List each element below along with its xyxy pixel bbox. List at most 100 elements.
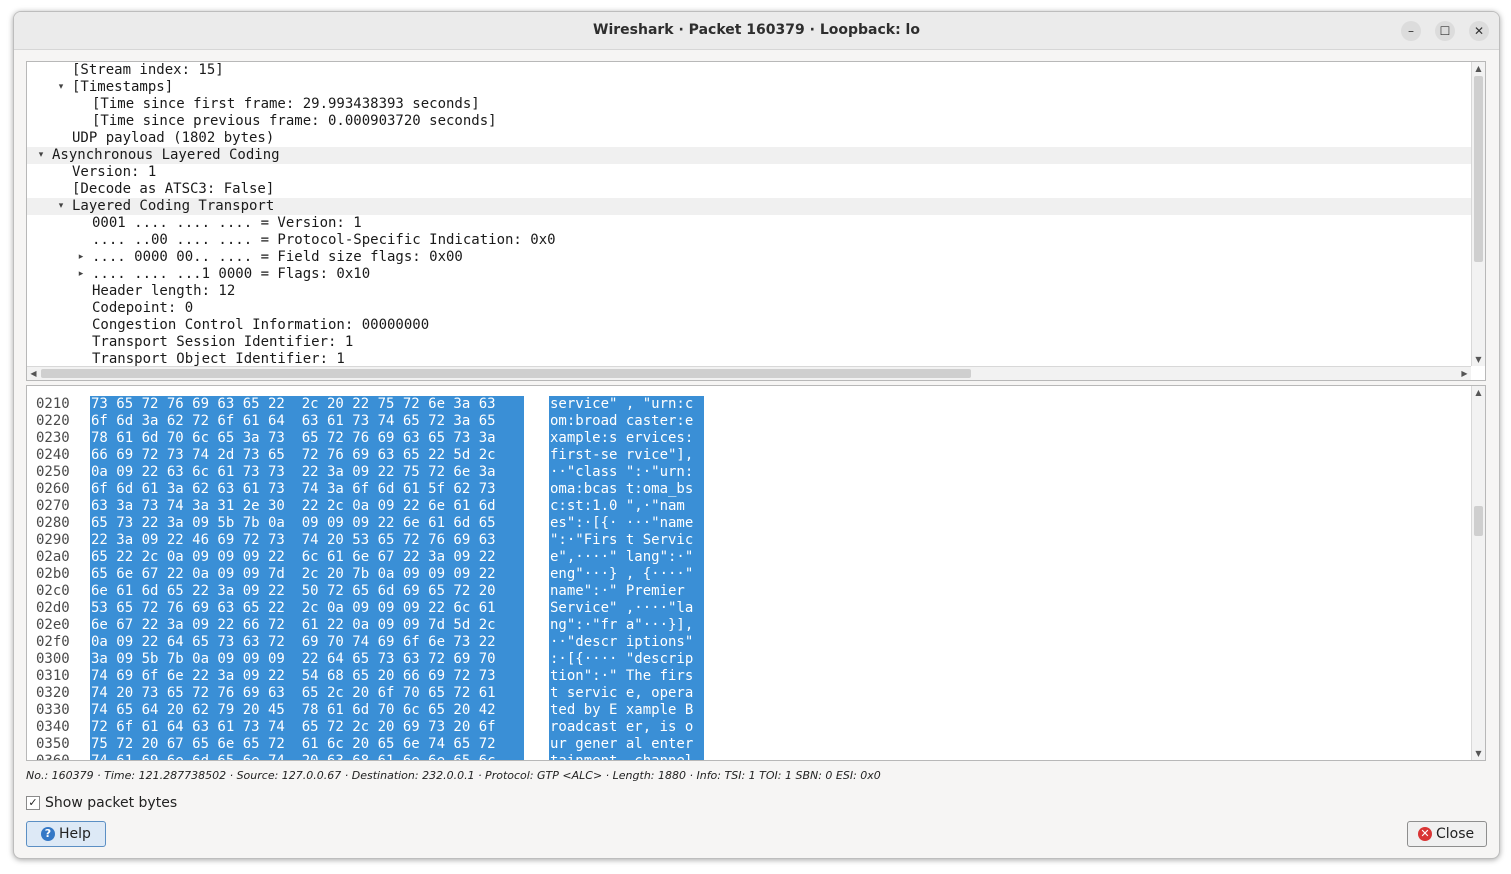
expanded-arrow-icon[interactable]: ▾ xyxy=(55,198,67,215)
tree-row-text: UDP payload (1802 bytes) xyxy=(72,130,275,146)
hex-offset: 0230 xyxy=(36,430,70,446)
tree-row[interactable]: 0001 .... .... .... = Version: 1 xyxy=(27,215,1471,232)
hex-row[interactable]: 0220 6f 6d 3a 62 72 6f 61 64 63 61 73 74 … xyxy=(27,413,1471,430)
tree-row[interactable]: ▸ .... .... ...1 0000 = Flags: 0x10 xyxy=(27,266,1471,283)
hex-row[interactable]: 0280 65 73 22 3a 09 5b 7b 0a 09 09 09 22 … xyxy=(27,515,1471,532)
tree-row[interactable]: ▾ Layered Coding Transport xyxy=(27,198,1471,215)
scroll-thumb[interactable] xyxy=(1474,506,1483,536)
help-button-label: Help xyxy=(59,826,91,842)
checkbox-icon[interactable]: ✓ xyxy=(26,796,40,810)
hex-bytes: 3a 09 5b 7b 0a 09 09 09 22 64 65 73 63 7… xyxy=(90,651,524,668)
hex-offset: 0330 xyxy=(36,702,70,718)
tree-vertical-scrollbar[interactable]: ▲ ▼ xyxy=(1471,62,1485,366)
tree-row[interactable]: [Decode as ATSC3: False] xyxy=(27,181,1471,198)
maximize-icon[interactable]: ☐ xyxy=(1435,21,1455,41)
hex-row[interactable]: 0290 22 3a 09 22 46 69 72 73 74 20 53 65 … xyxy=(27,532,1471,549)
scroll-up-icon[interactable]: ▲ xyxy=(1472,386,1485,399)
hex-offset: 0210 xyxy=(36,396,70,412)
ascii-bytes: first-se rvice"], xyxy=(549,447,704,464)
close-icon[interactable]: ✕ xyxy=(1469,21,1489,41)
hex-offset: 0260 xyxy=(36,481,70,497)
hex-row[interactable]: 0350 75 72 20 67 65 6e 65 72 61 6c 20 65 … xyxy=(27,736,1471,753)
tree-row[interactable]: Header length: 12 xyxy=(27,283,1471,300)
ascii-bytes: ··"class ":·"urn: xyxy=(549,464,704,481)
hex-row[interactable]: 0250 0a 09 22 63 6c 61 73 73 22 3a 09 22 … xyxy=(27,464,1471,481)
tree-row[interactable]: ▾ [Timestamps] xyxy=(27,79,1471,96)
hex-offset: 0320 xyxy=(36,685,70,701)
hex-row[interactable]: 0300 3a 09 5b 7b 0a 09 09 09 22 64 65 73 … xyxy=(27,651,1471,668)
tree-row[interactable]: UDP payload (1802 bytes) xyxy=(27,130,1471,147)
hex-bytes: 74 20 73 65 72 76 69 63 65 2c 20 6f 70 6… xyxy=(90,685,524,702)
hex-bytes: 22 3a 09 22 46 69 72 73 74 20 53 65 72 7… xyxy=(90,532,524,549)
tree-row[interactable]: Congestion Control Information: 00000000 xyxy=(27,317,1471,334)
hex-bytes: 0a 09 22 64 65 73 63 72 69 70 74 69 6f 6… xyxy=(90,634,524,651)
hex-row[interactable]: 02e0 6e 67 22 3a 09 22 66 72 61 22 0a 09 … xyxy=(27,617,1471,634)
tree-row[interactable]: Version: 1 xyxy=(27,164,1471,181)
tree-row[interactable]: ▸ .... 0000 00.. .... = Field size flags:… xyxy=(27,249,1471,266)
hex-row[interactable]: 0310 74 69 6f 6e 22 3a 09 22 54 68 65 20 … xyxy=(27,668,1471,685)
ascii-bytes: ":·"Firs t Servic xyxy=(549,532,704,549)
tree-row[interactable]: [Stream index: 15] xyxy=(27,62,1471,79)
ascii-bytes: service" , "urn:c xyxy=(549,396,704,413)
hex-row[interactable]: 0340 72 6f 61 64 63 61 73 74 65 72 2c 20 … xyxy=(27,719,1471,736)
hex-row[interactable]: 0260 6f 6d 61 3a 62 63 61 73 74 3a 6f 6d … xyxy=(27,481,1471,498)
show-packet-bytes-label: Show packet bytes xyxy=(45,795,178,811)
tree-row-text: .... .... ...1 0000 = Flags: 0x10 xyxy=(92,266,371,282)
ascii-bytes: ur gener al enter xyxy=(549,736,704,753)
hex-row[interactable]: 02c0 6e 61 6d 65 22 3a 09 22 50 72 65 6d … xyxy=(27,583,1471,600)
scroll-up-icon[interactable]: ▲ xyxy=(1472,62,1485,75)
tree-row-text: 0001 .... .... .... = Version: 1 xyxy=(92,215,362,231)
hex-bytes: 74 61 69 6e 6d 65 6e 74 20 63 68 61 6e 6… xyxy=(90,753,524,760)
hex-row[interactable]: 0240 66 69 72 73 74 2d 73 65 72 76 69 63 … xyxy=(27,447,1471,464)
tree-row[interactable]: Codepoint: 0 xyxy=(27,300,1471,317)
ascii-bytes: es":·[{· ···"name xyxy=(549,515,704,532)
expanded-arrow-icon[interactable]: ▾ xyxy=(35,147,47,164)
bytes-vertical-scrollbar[interactable]: ▲ ▼ xyxy=(1471,386,1485,760)
scroll-down-icon[interactable]: ▼ xyxy=(1472,747,1485,760)
scroll-thumb[interactable] xyxy=(41,369,971,378)
hex-row[interactable]: 02a0 65 22 2c 0a 09 09 09 22 6c 61 6e 67 … xyxy=(27,549,1471,566)
help-icon: ? xyxy=(41,827,55,841)
hex-row[interactable]: 0360 74 61 69 6e 6d 65 6e 74 20 63 68 61 … xyxy=(27,753,1471,760)
close-button[interactable]: ✕ Close xyxy=(1407,821,1487,847)
ascii-bytes: e",····" lang":·" xyxy=(549,549,704,566)
tree-row[interactable]: ▾ Asynchronous Layered Coding xyxy=(27,147,1471,164)
title-bar[interactable]: Wireshark · Packet 160379 · Loopback: lo… xyxy=(14,12,1499,50)
hex-row[interactable]: 02f0 0a 09 22 64 65 73 63 72 69 70 74 69 … xyxy=(27,634,1471,651)
hex-row[interactable]: 02d0 53 65 72 76 69 63 65 22 2c 0a 09 09 … xyxy=(27,600,1471,617)
hex-row[interactable]: 02b0 65 6e 67 22 0a 09 09 7d 2c 20 7b 0a … xyxy=(27,566,1471,583)
tree-row[interactable]: [Time since first frame: 29.993438393 se… xyxy=(27,96,1471,113)
window-title: Wireshark · Packet 160379 · Loopback: lo xyxy=(593,22,920,38)
tree-row-text: [Timestamps] xyxy=(72,79,174,95)
tree-row[interactable]: Transport Object Identifier: 1 xyxy=(27,351,1471,366)
scroll-down-icon[interactable]: ▼ xyxy=(1472,353,1485,366)
ascii-bytes: oma:bcas t:oma_bs xyxy=(549,481,704,498)
hex-row[interactable]: 0320 74 20 73 65 72 76 69 63 65 2c 20 6f … xyxy=(27,685,1471,702)
collapsed-arrow-icon[interactable]: ▸ xyxy=(75,249,87,266)
hex-row[interactable]: 0270 63 3a 73 74 3a 31 2e 30 22 2c 0a 09 … xyxy=(27,498,1471,515)
hex-bytes: 6f 6d 61 3a 62 63 61 73 74 3a 6f 6d 61 5… xyxy=(90,481,524,498)
scroll-thumb[interactable] xyxy=(1474,76,1483,262)
hex-offset: 0280 xyxy=(36,515,70,531)
ascii-bytes: roadcast er, is o xyxy=(549,719,704,736)
packet-bytes-pane[interactable]: 0210 73 65 72 76 69 63 65 22 2c 20 22 75 … xyxy=(26,385,1486,761)
tree-row[interactable]: Transport Session Identifier: 1 xyxy=(27,334,1471,351)
ascii-bytes: eng"···} , {····" xyxy=(549,566,704,583)
tree-row[interactable]: [Time since previous frame: 0.000903720 … xyxy=(27,113,1471,130)
tree-row[interactable]: .... ..00 .... .... = Protocol-Specific … xyxy=(27,232,1471,249)
hex-offset: 0250 xyxy=(36,464,70,480)
tree-row-text: Codepoint: 0 xyxy=(92,300,194,316)
hex-row[interactable]: 0230 78 61 6d 70 6c 65 3a 73 65 72 76 69 … xyxy=(27,430,1471,447)
ascii-bytes: :·[{···· "descrip xyxy=(549,651,704,668)
hex-bytes: 78 61 6d 70 6c 65 3a 73 65 72 76 69 63 6… xyxy=(90,430,524,447)
hex-row[interactable]: 0210 73 65 72 76 69 63 65 22 2c 20 22 75 … xyxy=(27,396,1471,413)
help-button[interactable]: ? Help xyxy=(26,821,106,847)
hex-bytes: 72 6f 61 64 63 61 73 74 65 72 2c 20 69 7… xyxy=(90,719,524,736)
collapsed-arrow-icon[interactable]: ▸ xyxy=(75,266,87,283)
tree-horizontal-scrollbar[interactable]: ◀ ▶ xyxy=(27,366,1471,380)
packet-details-tree[interactable]: [Stream index: 15] ▾ [Timestamps] [Time sin… xyxy=(26,61,1486,381)
hex-row[interactable]: 0330 74 65 64 20 62 79 20 45 78 61 6d 70 … xyxy=(27,702,1471,719)
tree-row-text: Header length: 12 xyxy=(92,283,236,299)
expanded-arrow-icon[interactable]: ▾ xyxy=(55,79,67,96)
minimize-icon[interactable]: – xyxy=(1401,21,1421,41)
